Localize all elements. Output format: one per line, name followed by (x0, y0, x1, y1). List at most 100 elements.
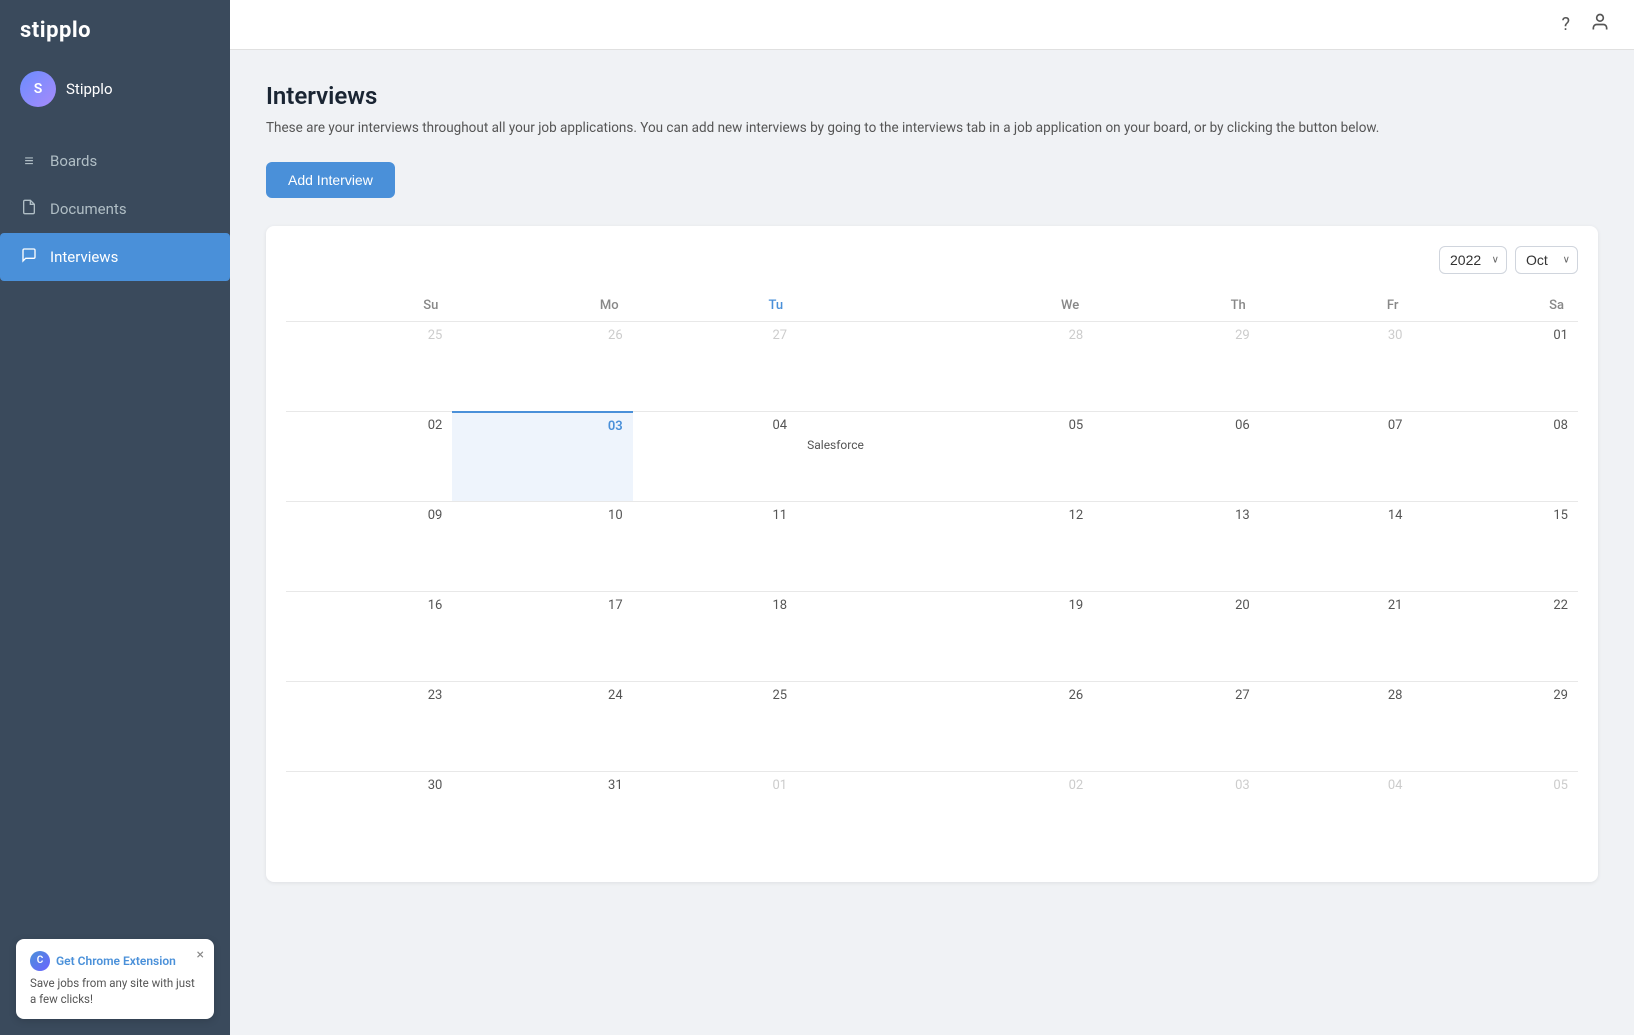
chrome-ext-icon: C (30, 951, 50, 971)
calendar-day-header-sa: Sa (1412, 290, 1578, 322)
calendar-cell: 09 (286, 502, 452, 592)
day-number: 16 (296, 598, 442, 613)
event-tag[interactable]: Salesforce (807, 437, 1083, 454)
calendar-cell: 24 (452, 682, 632, 772)
sidebar: stipplo S Stipplo ≡ Boards Documents (0, 0, 230, 1035)
chrome-ext-title-text: Get Chrome Extension (56, 954, 176, 968)
calendar-cell: 22 (1412, 592, 1578, 682)
day-number: 30 (296, 778, 442, 793)
day-number: 25 (296, 328, 442, 343)
calendar-cell: 10 (452, 502, 632, 592)
calendar-cell: 15 (1412, 502, 1578, 592)
day-number: 26 (807, 688, 1083, 703)
day-number: 02 (296, 418, 442, 433)
chrome-ext-description: Save jobs from any site with just a few … (30, 975, 200, 1007)
calendar-week-row: 02030405Salesforce060708 (286, 412, 1578, 502)
calendar-body: 2526272829300102030405Salesforce06070809… (286, 322, 1578, 862)
sidebar-item-boards-label: Boards (50, 152, 97, 170)
app-logo: stipplo (0, 0, 230, 61)
day-number: 04 (1270, 778, 1403, 793)
day-number: 05 (1422, 778, 1568, 793)
day-number: 30 (1270, 328, 1403, 343)
calendar-cell: 29 (1412, 682, 1578, 772)
sidebar-user: S Stipplo (0, 61, 230, 127)
calendar-cell: 30 (286, 772, 452, 862)
calendar-day-header-we: We (797, 290, 1093, 322)
day-number: 12 (807, 508, 1083, 523)
calendar-cell: 04 (1260, 772, 1413, 862)
day-number: 26 (462, 328, 622, 343)
calendar-cell: 28 (1260, 682, 1413, 772)
boards-icon: ≡ (20, 151, 38, 171)
day-number: 15 (1422, 508, 1568, 523)
day-number: 10 (462, 508, 622, 523)
calendar-week-row: 09101112131415 (286, 502, 1578, 592)
calendar-cell: 02 (286, 412, 452, 502)
sidebar-item-interviews[interactable]: Interviews (0, 233, 230, 281)
day-number: 23 (296, 688, 442, 703)
avatar: S (20, 71, 56, 107)
topbar: ? (230, 0, 1634, 50)
calendar-cell: 25 (633, 682, 797, 772)
calendar-cell: 26 (797, 682, 1093, 772)
calendar-cell: 28 (797, 322, 1093, 412)
calendar-header-row: SuMoTuWeThFrSa (286, 290, 1578, 322)
calendar-cell: 04 (633, 412, 797, 502)
calendar-cell: 27 (633, 322, 797, 412)
calendar-cell: 17 (452, 592, 632, 682)
page-title: Interviews (266, 82, 1598, 110)
day-number: 31 (462, 778, 622, 793)
calendar-header: 2021 2022 2023 JanFebMar AprMayJun JulAu… (286, 246, 1578, 274)
day-number: 04 (643, 418, 787, 433)
day-number: 13 (1103, 508, 1250, 523)
sidebar-item-documents-label: Documents (50, 200, 127, 218)
day-number: 05 (807, 418, 1083, 433)
page-description: These are your interviews throughout all… (266, 118, 1598, 138)
day-number: 27 (1103, 688, 1250, 703)
day-number: 08 (1422, 418, 1568, 433)
day-number: 27 (643, 328, 787, 343)
calendar-cell: 26 (452, 322, 632, 412)
add-interview-button[interactable]: Add Interview (266, 162, 395, 198)
calendar-cell: 06 (1093, 412, 1260, 502)
calendar-cell: 23 (286, 682, 452, 772)
day-number: 22 (1422, 598, 1568, 613)
day-number: 03 (1103, 778, 1250, 793)
calendar-cell: 29 (1093, 322, 1260, 412)
calendar-cell: 03 (1093, 772, 1260, 862)
sidebar-item-boards[interactable]: ≡ Boards (0, 137, 230, 185)
calendar-cell: 01 (633, 772, 797, 862)
calendar-cell: 02 (797, 772, 1093, 862)
sidebar-item-documents[interactable]: Documents (0, 185, 230, 233)
user-profile-icon[interactable] (1590, 12, 1610, 37)
calendar-cell: 21 (1260, 592, 1413, 682)
calendar-cell: 05 (1412, 772, 1578, 862)
day-number: 25 (643, 688, 787, 703)
year-select[interactable]: 2021 2022 2023 (1439, 246, 1507, 274)
main-content: ? Interviews These are your interviews t… (230, 0, 1634, 1035)
day-number: 01 (1422, 328, 1568, 343)
day-number: 09 (296, 508, 442, 523)
calendar-week-row: 16 17 18 19 20 21 22 (286, 592, 1578, 682)
calendar-cell: 07 (1260, 412, 1413, 502)
calendar-cell: 27 (1093, 682, 1260, 772)
year-select-wrapper: 2021 2022 2023 (1439, 246, 1507, 274)
day-number: 17 (462, 598, 622, 613)
sidebar-item-interviews-label: Interviews (50, 248, 118, 266)
day-number: 21 (1270, 598, 1403, 613)
calendar-cell: 01 (1412, 322, 1578, 412)
calendar-cell: 08 (1412, 412, 1578, 502)
chrome-ext-close-button[interactable]: × (197, 947, 204, 963)
calendar-grid: SuMoTuWeThFrSa 2526272829300102030405Sal… (286, 290, 1578, 862)
day-number: 18 (643, 598, 787, 613)
calendar-week-row: 25 26 27 28 29 30 01 (286, 322, 1578, 412)
day-number: 19 (807, 598, 1083, 613)
day-number: 20 (1103, 598, 1250, 613)
calendar-cell: 20 (1093, 592, 1260, 682)
day-number: 28 (807, 328, 1083, 343)
calendar-day-header-mo: Mo (452, 290, 632, 322)
help-icon[interactable]: ? (1561, 14, 1570, 35)
day-number: 29 (1103, 328, 1250, 343)
month-select[interactable]: JanFebMar AprMayJun JulAugSep OctNovDec (1515, 246, 1578, 274)
chrome-ext-title: C Get Chrome Extension (30, 951, 200, 971)
